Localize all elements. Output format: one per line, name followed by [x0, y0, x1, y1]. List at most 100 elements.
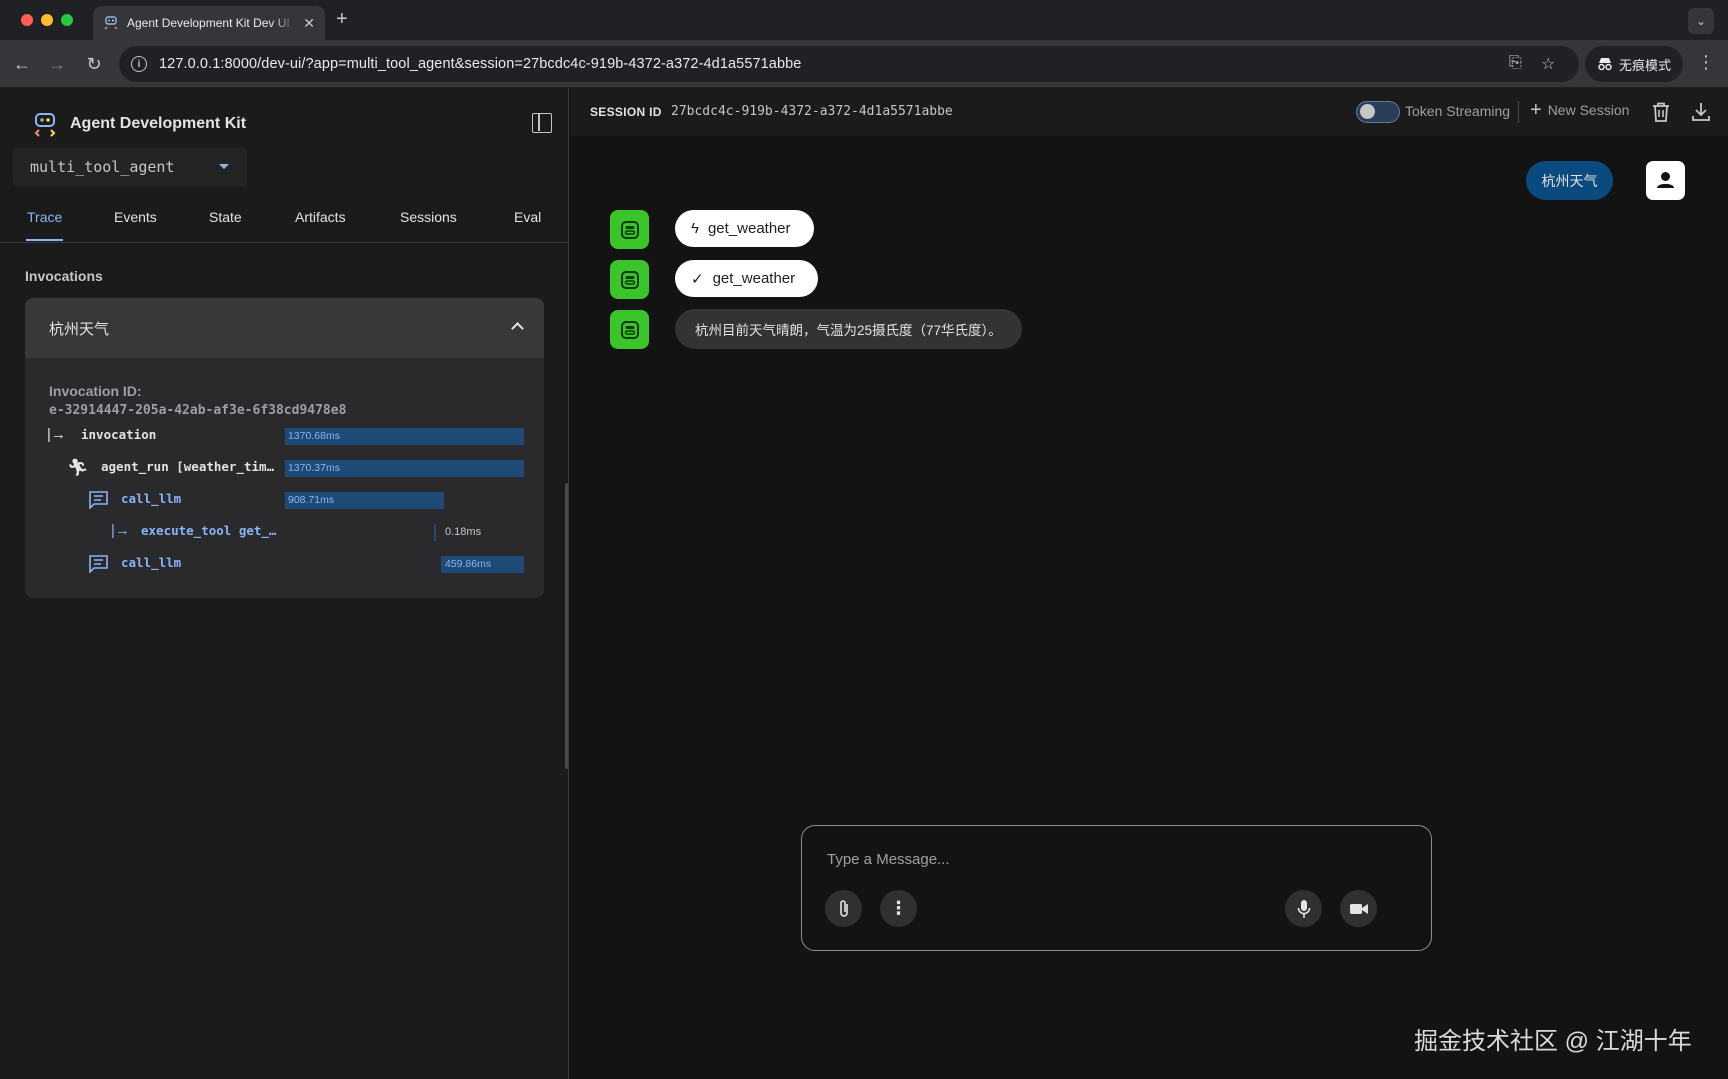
robot-icon: [620, 320, 639, 339]
tab-search-icon[interactable]: ⌄: [1688, 8, 1714, 34]
adk-favicon-icon: [104, 16, 118, 30]
tab-state[interactable]: State: [209, 209, 242, 225]
maximize-window-button[interactable]: [61, 14, 73, 26]
tab-artifacts[interactable]: Artifacts: [295, 209, 346, 225]
new-tab-icon[interactable]: +: [336, 8, 348, 31]
person-icon: [1657, 172, 1674, 188]
attach-button[interactable]: [825, 890, 862, 927]
chat-icon: [89, 491, 108, 509]
new-session-button[interactable]: + New Session: [1530, 99, 1630, 121]
run-icon: 🏃︎: [67, 458, 89, 477]
adk-logo-icon: [34, 113, 56, 137]
span-duration: 1370.68ms: [288, 430, 340, 442]
invocation-id: e-32914447-205a-42ab-af3e-6f38cd9478e8: [49, 403, 347, 418]
minimize-window-button[interactable]: [41, 14, 53, 26]
plus-icon: +: [1530, 99, 1542, 121]
download-icon[interactable]: [1692, 102, 1710, 122]
robot-icon: [620, 270, 639, 289]
span-name: execute_tool get_…: [141, 523, 277, 538]
invocation-id-label: Invocation ID:: [49, 383, 142, 399]
span-name: call_llm: [121, 555, 182, 570]
token-streaming-toggle[interactable]: [1356, 101, 1400, 123]
brand: Agent Development Kit: [32, 111, 246, 137]
browser-tab[interactable]: Agent Development Kit Dev UI ✕: [93, 6, 325, 40]
url-text[interactable]: 127.0.0.1:8000/dev-ui/?app=multi_tool_ag…: [159, 56, 801, 72]
videocam-icon: [1349, 903, 1368, 914]
close-window-button[interactable]: [21, 14, 33, 26]
span-duration: 908.71ms: [288, 494, 335, 506]
browser-toolbar: ← → ↻ i 127.0.0.1:8000/dev-ui/?app=multi…: [0, 40, 1728, 88]
session-id: 27bcdc4c-919b-4372-a372-4d1a5571abbe: [671, 104, 953, 119]
delete-session-icon[interactable]: [1652, 102, 1670, 122]
token-streaming-label: Token Streaming: [1405, 103, 1511, 119]
browser-tab-strip: Agent Development Kit Dev UI ✕ + ⌄: [0, 0, 1728, 40]
new-session-label: New Session: [1547, 102, 1630, 118]
trace-span-row[interactable]: |→ execute_tool get_… 0.18ms: [25, 520, 544, 544]
close-tab-icon[interactable]: ✕: [303, 15, 315, 32]
message-composer[interactable]: Type a Message... ⋮: [801, 825, 1432, 951]
tool-call-chip[interactable]: ϟ get_weather: [675, 210, 814, 247]
translate-icon[interactable]: ⎘: [1509, 54, 1522, 72]
bot-avatar: [610, 310, 649, 349]
chevron-up-icon[interactable]: [511, 322, 524, 335]
bot-avatar: [610, 210, 649, 249]
span-duration: 1370.37ms: [288, 462, 340, 474]
arrow-right-bar-icon: |→: [111, 522, 130, 539]
bookmark-star-icon[interactable]: ☆: [1541, 54, 1555, 74]
agent-select-value: multi_tool_agent: [30, 158, 175, 176]
forward-icon[interactable]: →: [45, 52, 69, 76]
check-icon: ✓: [691, 270, 704, 288]
span-name: invocation: [81, 427, 157, 442]
invocation-title: 杭州天气: [49, 320, 110, 338]
dropdown-caret-icon: [219, 164, 229, 169]
session-bar: SESSION ID 27bcdc4c-919b-4372-a372-4d1a5…: [570, 88, 1728, 136]
tab-trace[interactable]: Trace: [27, 209, 62, 225]
browser-menu-icon[interactable]: ⋮: [1697, 52, 1715, 73]
bolt-icon: ϟ: [691, 220, 699, 237]
tab-eval[interactable]: Eval: [514, 209, 541, 225]
span-name: call_llm: [121, 491, 182, 506]
site-info-icon[interactable]: i: [131, 56, 147, 72]
microphone-button[interactable]: [1285, 890, 1322, 927]
trace-span-row[interactable]: 🏃︎ agent_run [weather_tim… 1370.37ms: [25, 456, 544, 480]
trace-span-row[interactable]: call_llm 908.71ms: [25, 488, 544, 512]
collapse-sidebar-icon[interactable]: [532, 113, 552, 133]
span-name: agent_run [weather_tim…: [101, 459, 275, 474]
back-icon[interactable]: ←: [10, 52, 34, 76]
reload-icon[interactable]: ↻: [82, 52, 106, 76]
sidebar: Agent Development Kit multi_tool_agent T…: [0, 88, 569, 1079]
invocation-header[interactable]: 杭州天气: [25, 298, 544, 358]
toggle-knob: [1360, 104, 1375, 119]
tab-title: Agent Development Kit Dev UI: [127, 16, 290, 30]
tool-response-chip[interactable]: ✓ get_weather: [675, 260, 819, 297]
tool-call-label: get_weather: [707, 220, 791, 237]
trace-span-row[interactable]: call_llm 459.86ms: [25, 552, 544, 576]
user-avatar: [1646, 161, 1685, 200]
span-duration-bar: [434, 524, 436, 541]
bot-message: 杭州目前天气晴朗，气温为25摄氏度（77华氏度）。: [675, 309, 1022, 349]
incognito-icon: [1598, 58, 1612, 71]
trace-span-row[interactable]: |→ invocation 1370.68ms: [25, 424, 544, 448]
span-duration: 459.86ms: [445, 558, 492, 570]
incognito-label: 无痕模式: [1618, 57, 1671, 73]
session-id-label: SESSION ID: [590, 105, 662, 119]
more-vert-icon: ⋮: [889, 898, 908, 918]
video-button[interactable]: [1340, 890, 1377, 927]
sidebar-tabs: Trace Events State Artifacts Sessions Ev…: [0, 200, 569, 243]
chat-icon: [89, 555, 108, 573]
message-input[interactable]: Type a Message...: [827, 851, 950, 868]
address-bar[interactable]: i 127.0.0.1:8000/dev-ui/?app=multi_tool_…: [119, 46, 1579, 82]
more-options-button[interactable]: ⋮: [880, 890, 917, 927]
tab-sessions[interactable]: Sessions: [400, 209, 457, 225]
user-message: 杭州天气: [1526, 161, 1613, 200]
arrow-right-bar-icon: |→: [47, 426, 66, 443]
incognito-badge[interactable]: 无痕模式: [1585, 46, 1683, 82]
divider: [1518, 101, 1519, 123]
bot-avatar: [610, 260, 649, 299]
tab-events[interactable]: Events: [114, 209, 157, 225]
span-duration: 0.18ms: [445, 526, 482, 538]
sidebar-scrollbar[interactable]: [565, 483, 568, 769]
tool-response-label: get_weather: [712, 270, 796, 287]
agent-select[interactable]: multi_tool_agent: [13, 148, 247, 186]
microphone-icon: [1297, 899, 1310, 918]
